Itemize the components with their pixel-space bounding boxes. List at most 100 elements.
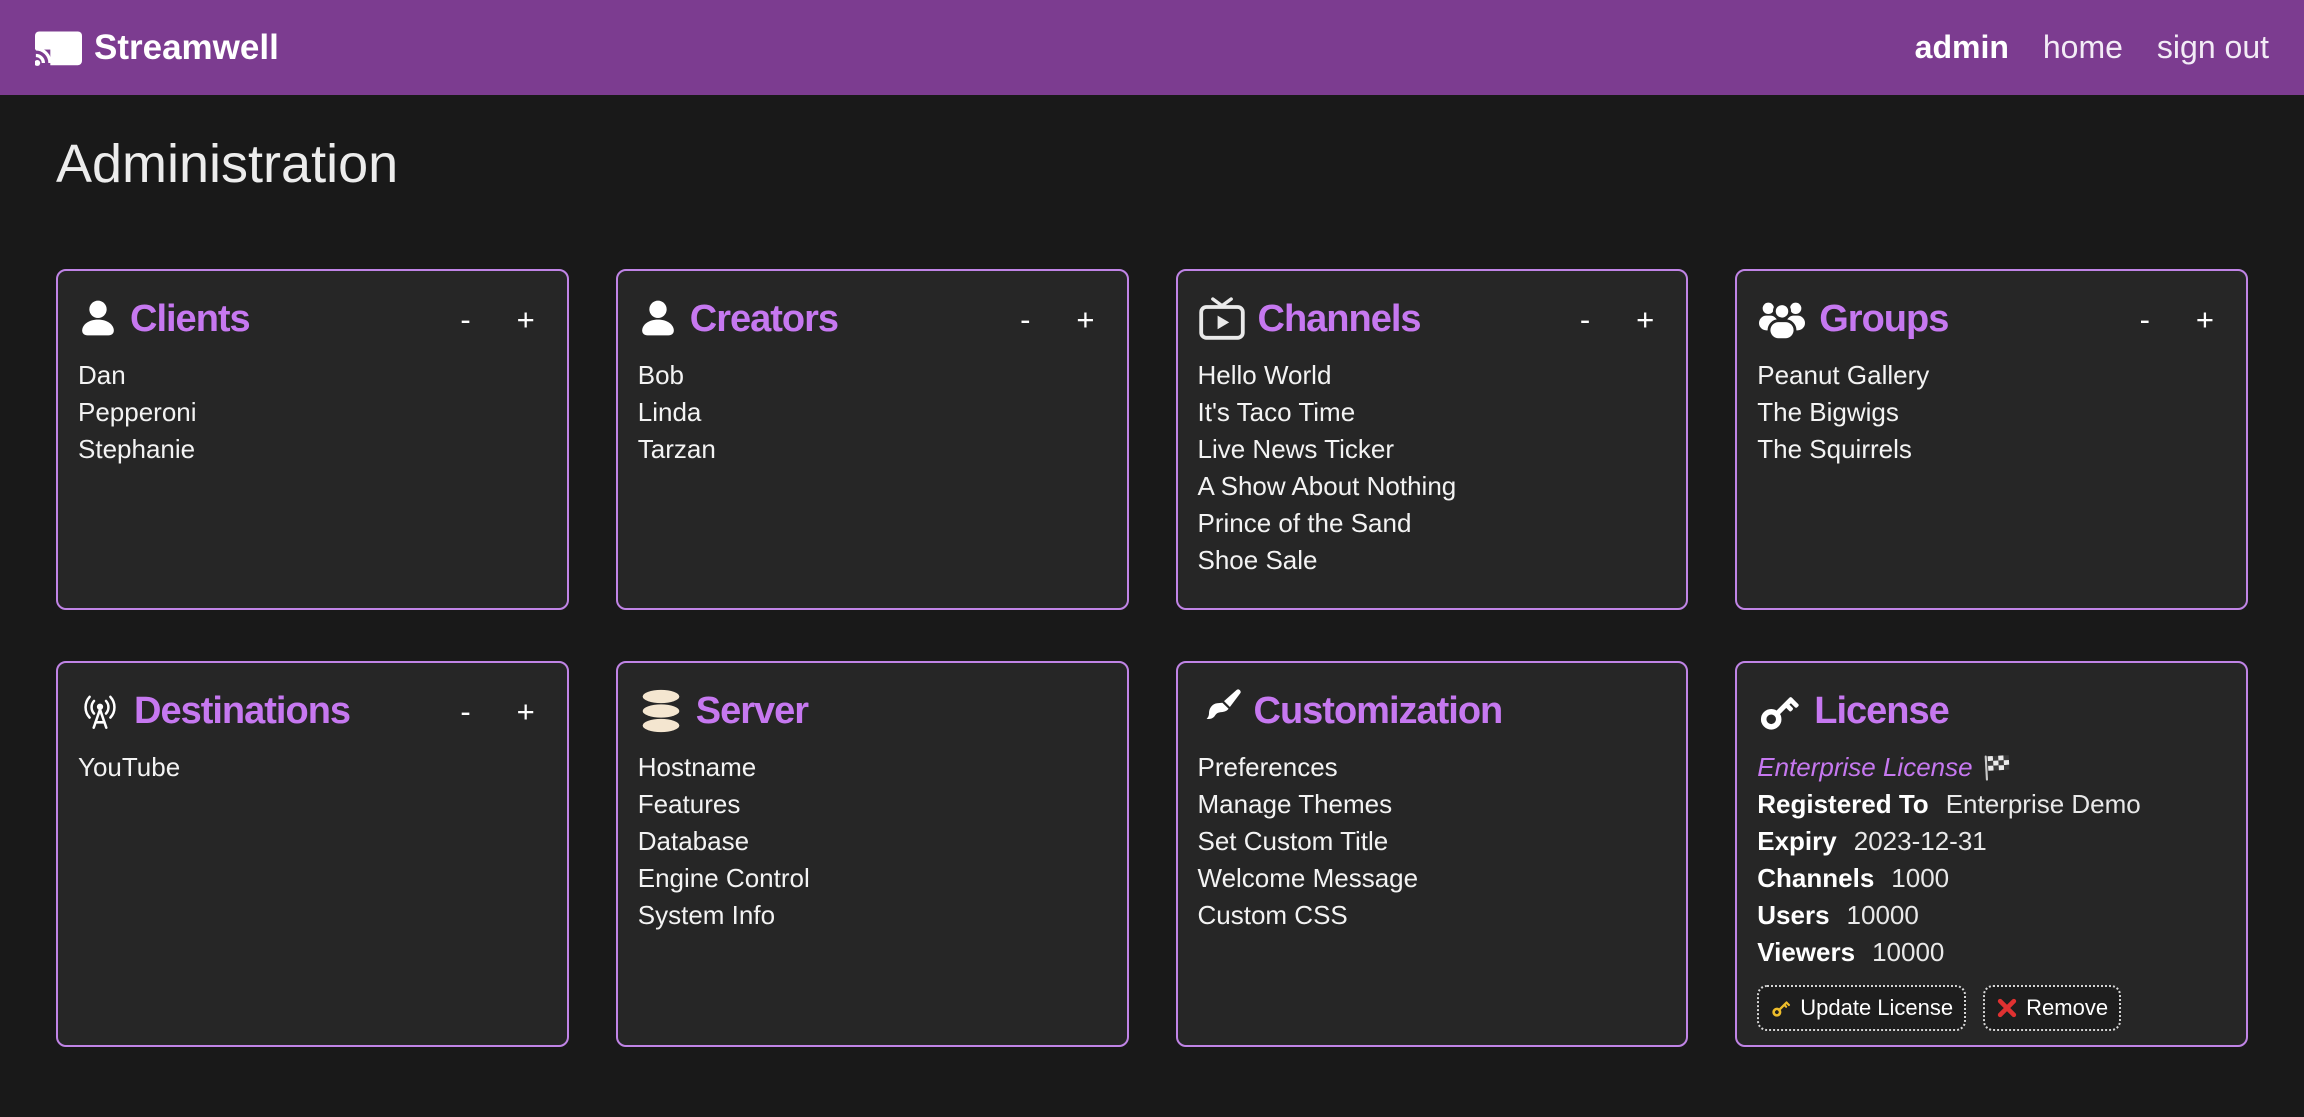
person-icon: [638, 297, 678, 341]
list-item[interactable]: Peanut Gallery: [1757, 357, 2226, 394]
top-bar: Streamwell admin home sign out: [0, 0, 2304, 95]
person-icon: [78, 297, 118, 341]
license-button-label: Update License: [1800, 995, 1953, 1021]
list-item[interactable]: Shoe Sale: [1198, 542, 1667, 579]
card-header-server: Server: [638, 689, 1107, 733]
list-item[interactable]: The Squirrels: [1757, 431, 2226, 468]
list-item[interactable]: Bob: [638, 357, 1107, 394]
card-list-server: HostnameFeaturesDatabaseEngine ControlSy…: [638, 749, 1107, 934]
cast-icon: [35, 29, 82, 67]
list-item[interactable]: Database: [638, 823, 1107, 860]
license-field-users: Users10000: [1757, 897, 2226, 934]
list-item[interactable]: Engine Control: [638, 860, 1107, 897]
nav-sign-out[interactable]: sign out: [2157, 29, 2269, 66]
card-list-customization: PreferencesManage ThemesSet Custom Title…: [1198, 749, 1667, 934]
license-field-label: Viewers: [1757, 937, 1855, 967]
list-item[interactable]: Welcome Message: [1198, 860, 1667, 897]
card-list-clients: DanPepperoniStephanie: [78, 357, 547, 468]
license-field-label: Expiry: [1757, 826, 1837, 856]
card-header-destinations: Destinations - +: [78, 689, 547, 733]
list-item[interactable]: Live News Ticker: [1198, 431, 1667, 468]
list-item[interactable]: Stephanie: [78, 431, 547, 468]
list-item[interactable]: Manage Themes: [1198, 786, 1667, 823]
page-title: Administration: [56, 133, 2248, 195]
card-header-creators: Creators-+: [638, 297, 1107, 341]
license-button-label: Remove: [2026, 995, 2108, 1021]
license-field-value: 10000: [1847, 900, 1919, 930]
counter-buttons-clients: -+: [460, 304, 546, 335]
card-channels: Channels-+Hello WorldIt's Taco TimeLive …: [1176, 269, 1689, 610]
brand-name: Streamwell: [94, 28, 279, 68]
list-item[interactable]: Dan: [78, 357, 547, 394]
remove-creators-button[interactable]: -: [1020, 304, 1030, 335]
add-destinations-button[interactable]: +: [517, 696, 535, 727]
checkered-flag-icon: [1983, 754, 2010, 781]
license-field-label: Registered To: [1757, 789, 1928, 819]
license-field-channels: Channels 1000: [1757, 860, 2226, 897]
remove-groups-button[interactable]: -: [2140, 304, 2150, 335]
counter-buttons-creators: -+: [1020, 304, 1106, 335]
license-actions: Update License Remove: [1757, 985, 2226, 1031]
remove-destinations-button[interactable]: -: [460, 696, 470, 727]
remove-button[interactable]: Remove: [1983, 985, 2121, 1031]
list-item[interactable]: Prince of the Sand: [1198, 505, 1667, 542]
list-item[interactable]: YouTube: [78, 749, 547, 786]
list-item[interactable]: Custom CSS: [1198, 897, 1667, 934]
add-channels-button[interactable]: +: [1636, 304, 1654, 335]
database-icon: [638, 689, 684, 733]
list-item[interactable]: Tarzan: [638, 431, 1107, 468]
update-license-button[interactable]: Update License: [1757, 985, 1966, 1031]
card-creators: Creators-+BobLindaTarzan: [616, 269, 1129, 610]
list-item[interactable]: Hostname: [638, 749, 1107, 786]
counter-buttons-channels: -+: [1580, 304, 1666, 335]
card-title-customization: Customization: [1254, 690, 1503, 733]
list-item[interactable]: Features: [638, 786, 1107, 823]
nav-admin[interactable]: admin: [1915, 29, 2009, 66]
license-field-label: Channels: [1757, 863, 1874, 893]
tv-icon: [1198, 297, 1246, 341]
list-item[interactable]: Pepperoni: [78, 394, 547, 431]
card-title-creators: Creators: [690, 298, 838, 341]
add-clients-button[interactable]: +: [517, 304, 535, 335]
card-list-groups: Peanut GalleryThe BigwigsThe Squirrels: [1757, 357, 2226, 468]
list-item[interactable]: A Show About Nothing: [1198, 468, 1667, 505]
list-item[interactable]: Preferences: [1198, 749, 1667, 786]
main-content: Administration Clients-+DanPepperoniStep…: [0, 133, 2304, 1047]
list-item[interactable]: The Bigwigs: [1757, 394, 2226, 431]
key-icon: [1757, 689, 1802, 733]
list-item[interactable]: Hello World: [1198, 357, 1667, 394]
card-title-server: Server: [696, 690, 808, 733]
card-list-destinations: YouTube: [78, 749, 547, 786]
list-item[interactable]: System Info: [638, 897, 1107, 934]
license-field-value: 1000: [1891, 863, 1949, 893]
card-header-license: License: [1757, 689, 2226, 733]
list-item[interactable]: It's Taco Time: [1198, 394, 1667, 431]
card-header-groups: Groups - +: [1757, 297, 2226, 341]
add-creators-button[interactable]: +: [1076, 304, 1094, 335]
card-clients: Clients-+DanPepperoniStephanie: [56, 269, 569, 610]
card-server: Server HostnameFeaturesDatabaseEngine Con…: [616, 661, 1129, 1047]
license-field-value: 10000: [1872, 937, 1944, 967]
license-field-expiry: Expiry2023-12-31: [1757, 823, 2226, 860]
add-groups-button[interactable]: +: [2196, 304, 2214, 335]
card-header-channels: Channels-+: [1198, 297, 1667, 341]
card-list-channels: Hello WorldIt's Taco TimeLive News Ticke…: [1198, 357, 1667, 579]
brand[interactable]: Streamwell: [35, 28, 279, 68]
card-destinations: Destinations - + YouTube: [56, 661, 569, 1047]
license-type-label: Enterprise License: [1757, 749, 1972, 786]
card-title-clients: Clients: [130, 298, 250, 341]
license-field-registered-to: Registered ToEnterprise Demo: [1757, 786, 2226, 823]
list-item[interactable]: Linda: [638, 394, 1107, 431]
list-item[interactable]: Set Custom Title: [1198, 823, 1667, 860]
card-title-license: License: [1814, 690, 1949, 733]
card-groups: Groups - + Peanut GalleryThe BigwigsThe Squ…: [1735, 269, 2248, 610]
paintbrush-icon: [1198, 689, 1242, 733]
card-title-groups: Groups: [1819, 298, 1948, 341]
card-list-creators: BobLindaTarzan: [638, 357, 1107, 468]
nav-home[interactable]: home: [2043, 29, 2123, 66]
remove-channels-button[interactable]: -: [1580, 304, 1590, 335]
people-icon: [1757, 297, 1807, 341]
card-title-destinations: Destinations: [134, 690, 350, 733]
remove-clients-button[interactable]: -: [460, 304, 470, 335]
top-nav: admin home sign out: [1915, 29, 2269, 66]
